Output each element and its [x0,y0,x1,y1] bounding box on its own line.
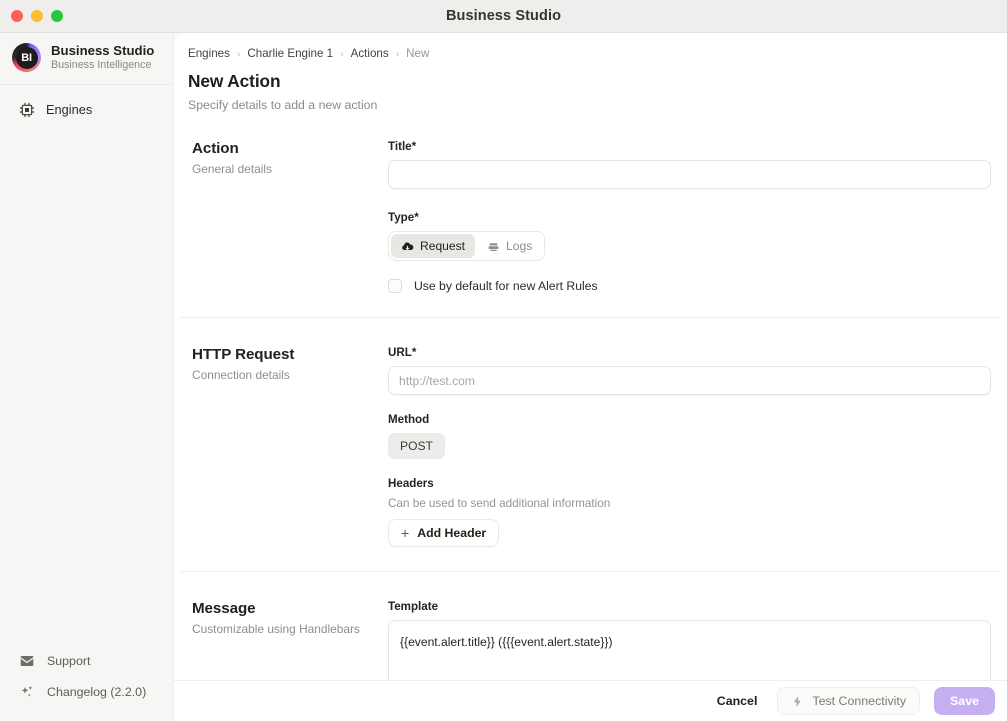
url-field-label: URL* [388,346,417,359]
breadcrumb-item-actions[interactable]: Actions [351,47,389,60]
breadcrumb-item-new: New [406,47,430,60]
add-header-button[interactable]: + Add Header [388,519,500,547]
cancel-button[interactable]: Cancel [711,689,764,713]
breadcrumb-item-engines[interactable]: Engines [188,47,230,60]
section-message-subtitle: Customizable using Handlebars [192,622,360,636]
breadcrumb: Engines › Charlie Engine 1 › Actions › N… [174,33,1007,60]
test-connectivity-button[interactable]: Test Connectivity [777,687,921,715]
window-titlebar: Business Studio [0,0,1007,33]
window-controls [11,0,63,32]
default-alert-rules-label: Use by default for new Alert Rules [414,279,598,293]
minimize-button[interactable] [31,10,43,22]
template-field-label: Template [388,600,439,613]
section-action-body: Title* Type* Request Logs Use by default… [388,140,1001,293]
type-option-logs[interactable]: Logs [477,234,542,258]
section-http-request-head: HTTP Request Connection details [180,346,388,547]
app-window: Business Studio BI Business Studio Busin… [0,0,1007,721]
type-option-logs-label: Logs [506,239,533,253]
sidebar-item-support-label: Support [47,653,91,668]
section-action-title: Action [192,140,239,157]
type-segmented-control: Request Logs [388,231,546,261]
main-scroll-area: Engines › Charlie Engine 1 › Actions › N… [174,33,1007,721]
app-logo-text: BI [21,51,32,64]
sidebar: BI Business Studio Business Intelligence [0,33,174,721]
breadcrumb-separator: › [395,47,400,60]
brand-name: Business Studio [51,43,155,59]
sidebar-item-engines-label: Engines [46,102,93,117]
headers-field-help: Can be used to send additional informati… [388,497,611,510]
sidebar-nav: Engines [0,85,173,125]
headers-field-label: Headers [388,477,434,490]
envelope-icon [18,652,35,669]
section-http-request-subtitle: Connection details [192,368,290,382]
brand-subtitle: Business Intelligence [51,59,152,72]
title-field-label: Title* [388,140,417,153]
breadcrumb-separator: › [340,47,344,60]
sparkles-icon [18,683,35,700]
add-header-button-label: Add Header [417,526,487,540]
cloud-download-icon [401,240,414,253]
page-title: New Action [188,71,281,91]
maximize-button[interactable] [51,10,63,22]
section-message-title: Message [192,600,256,617]
method-value-post[interactable]: POST [388,433,445,459]
server-stack-icon [487,240,500,253]
main-card: Engines › Charlie Engine 1 › Actions › N… [174,33,1007,721]
sidebar-bottom: Support Changelog (2.2.0) [0,645,173,721]
page-subtitle: Specify details to add a new action [188,98,378,112]
breadcrumb-separator: › [236,47,241,60]
url-input[interactable] [388,366,991,395]
test-connectivity-label: Test Connectivity [812,694,907,708]
sidebar-item-changelog[interactable]: Changelog (2.2.0) [6,676,167,707]
breadcrumb-item-charlie-engine-1[interactable]: Charlie Engine 1 [247,47,333,60]
lightning-bolt-icon [791,695,804,708]
method-field-label: Method [388,413,430,426]
section-action: Action General details Title* Type* Requ… [180,112,1001,317]
brand-block[interactable]: BI Business Studio Business Intelligence [0,33,173,85]
cpu-chip-icon [18,101,35,118]
close-button[interactable] [11,10,23,22]
form-action-bar: Cancel Test Connectivity Save [174,680,1007,721]
window-title: Business Studio [445,8,562,24]
section-action-head: Action General details [180,140,388,293]
section-action-subtitle: General details [192,162,272,176]
section-http-request: HTTP Request Connection details URL* Met… [180,317,1001,571]
app-logo-icon: BI [12,43,41,72]
save-button[interactable]: Save [934,687,995,715]
sidebar-item-support[interactable]: Support [6,645,167,676]
default-alert-rules-row[interactable]: Use by default for new Alert Rules [388,279,991,293]
section-http-request-body: URL* Method POST Headers Can be used to … [388,346,1001,547]
type-option-request-label: Request [420,239,466,253]
sidebar-item-engines[interactable]: Engines [6,94,167,125]
sidebar-item-changelog-label: Changelog (2.2.0) [47,684,147,699]
type-option-request[interactable]: Request [391,234,476,258]
plus-icon: + [401,525,410,541]
title-input[interactable] [388,160,991,189]
section-http-request-title: HTTP Request [192,346,295,363]
app-body: BI Business Studio Business Intelligence [0,33,1007,721]
default-alert-rules-checkbox[interactable] [388,279,402,293]
brand-text: Business Studio Business Intelligence [51,43,154,71]
type-field-label: Type* [388,211,419,224]
